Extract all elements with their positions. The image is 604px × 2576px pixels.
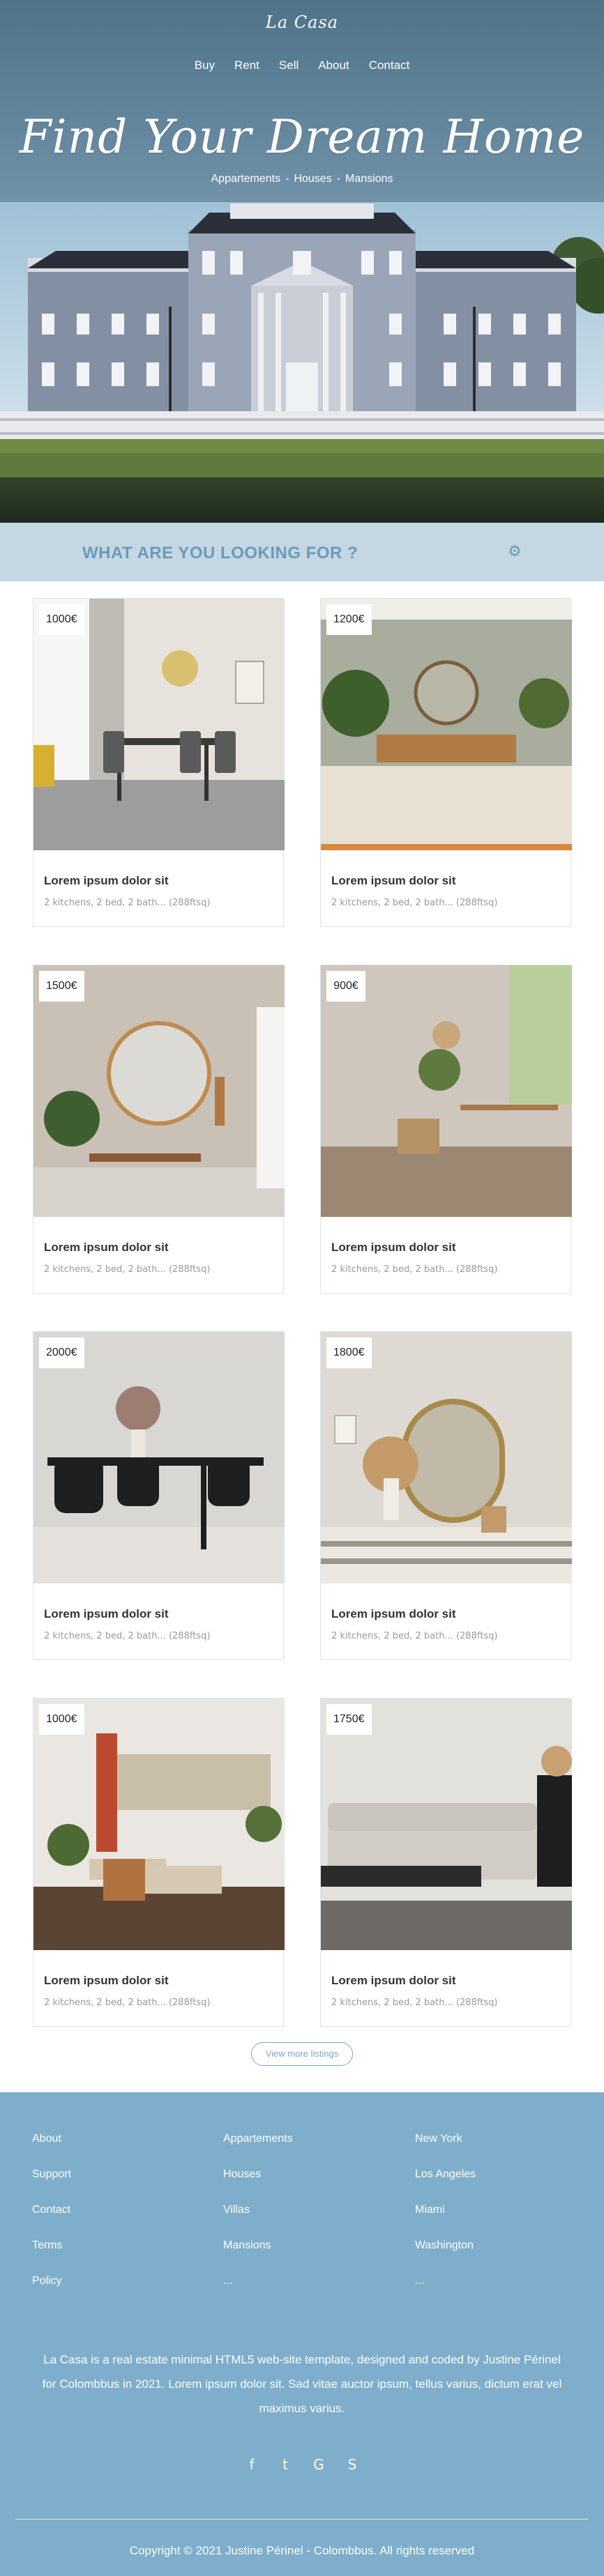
listing-title[interactable]: Lorem ipsum dolor sit [331,874,456,888]
listing-image[interactable] [33,1699,285,1950]
price-tag: 1750€ [326,1704,372,1735]
google-icon[interactable]: G [312,2456,326,2473]
copyright-text: Copyright © 2021 Justine Périnel - Colom… [129,2544,475,2557]
search-bar[interactable]: WHAT ARE YOU LOOKING FOR ? ⚙ [0,523,604,581]
footer-link-houses[interactable]: Houses [223,2168,293,2204]
footer-link-washington[interactable]: Washington [415,2239,476,2275]
footer: About Support Contact Terms Policy Appar… [0,2092,604,2576]
nav-item-contact[interactable]: Contact [369,59,410,72]
hero-mansion-image [0,202,604,523]
listing-title[interactable]: Lorem ipsum dolor sit [331,1974,456,1988]
hero: La Casa Buy Rent Sell About Contact Find… [0,0,604,523]
footer-link-more-types[interactable]: ... [223,2275,293,2310]
nav-item-buy[interactable]: Buy [195,59,215,72]
price-tag: 1200€ [326,604,372,635]
listing-meta: 2 kitchens, 2 bed, 2 bath... (288ftsq) [44,1264,211,1275]
footer-link-los-angeles[interactable]: Los Angeles [415,2168,476,2204]
footer-link-appartements[interactable]: Appartements [223,2133,293,2168]
footer-column-company: About Support Contact Terms Policy [32,2133,71,2310]
listing-card[interactable]: 1750€ Lorem ipsum dolor sit 2 kitchens, … [320,1698,572,2027]
hero-categories: Appartements - Houses - Mansions [0,173,604,185]
nav-item-rent[interactable]: Rent [234,59,259,72]
price-tag: 2000€ [39,1337,84,1368]
footer-link-more-cities[interactable]: ... [415,2275,476,2310]
price-tag: 1000€ [39,1704,84,1735]
footer-column-property-types: Appartements Houses Villas Mansions ... [223,2133,293,2310]
listing-title[interactable]: Lorem ipsum dolor sit [44,1241,169,1255]
hero-category-mansions[interactable]: Mansions [345,173,393,185]
listing-image[interactable] [33,1332,285,1584]
listing-meta: 2 kitchens, 2 bed, 2 bath... (288ftsq) [331,1264,498,1275]
listing-meta: 2 kitchens, 2 bed, 2 bath... (288ftsq) [331,1631,498,1641]
listing-image[interactable] [33,599,285,850]
listing-image[interactable] [33,965,285,1217]
facebook-icon[interactable]: f [245,2456,259,2473]
footer-link-miami[interactable]: Miami [415,2204,476,2239]
nav-item-sell[interactable]: Sell [279,59,299,72]
listing-image[interactable] [321,1332,572,1584]
listing-title[interactable]: Lorem ipsum dolor sit [44,874,169,888]
separator: - [285,173,289,185]
footer-link-policy[interactable]: Policy [32,2275,71,2310]
hero-category-appartements[interactable]: Appartements [211,173,281,185]
separator: - [336,173,341,185]
price-tag: 900€ [326,971,365,1002]
twitter-icon[interactable]: t [278,2456,292,2473]
footer-about-text: La Casa is a real estate minimal HTML5 w… [42,2353,562,2415]
listing-card[interactable]: 1000€ Lorem ipsum dolor sit 2 kitchens, … [33,598,285,927]
listing-meta: 2 kitchens, 2 bed, 2 bath... (288ftsq) [44,898,211,908]
price-tag: 1000€ [39,604,84,635]
footer-column-cities: New York Los Angeles Miami Washington ..… [415,2133,476,2310]
skype-icon[interactable]: S [345,2456,359,2473]
footer-link-terms[interactable]: Terms [32,2239,71,2275]
listing-image[interactable] [321,599,572,850]
listing-title[interactable]: Lorem ipsum dolor sit [331,1607,456,1621]
listing-card[interactable]: 1500€ Lorem ipsum dolor sit 2 kitchens, … [33,965,285,1294]
listing-meta: 2 kitchens, 2 bed, 2 bath... (288ftsq) [44,1631,211,1641]
footer-divider [15,2519,589,2520]
footer-link-villas[interactable]: Villas [223,2204,293,2239]
listing-card[interactable]: 1200€ Lorem ipsum dolor sit 2 kitchens, … [320,598,572,927]
listing-meta: 2 kitchens, 2 bed, 2 bath... (288ftsq) [331,1998,498,2008]
price-tag: 1500€ [39,971,84,1002]
view-more-listings-button[interactable]: View more listings [251,2042,353,2066]
footer-link-mansions[interactable]: Mansions [223,2239,293,2275]
site-logo[interactable]: La Casa [0,13,604,32]
listing-card[interactable]: 1000€ Lorem ipsum dolor sit 2 kitchens, … [33,1698,285,2027]
listing-card[interactable]: 2000€ Lorem ipsum dolor sit 2 kitchens, … [33,1331,285,1660]
hero-category-houses[interactable]: Houses [294,173,331,185]
listing-title[interactable]: Lorem ipsum dolor sit [44,1974,169,1988]
social-links: f t G S [0,2456,604,2473]
listing-title[interactable]: Lorem ipsum dolor sit [44,1607,169,1621]
footer-link-contact[interactable]: Contact [32,2204,71,2239]
listing-image[interactable] [321,1699,572,1950]
listing-card[interactable]: 1800€ Lorem ipsum dolor sit 2 kitchens, … [320,1331,572,1660]
footer-link-new-york[interactable]: New York [415,2133,476,2168]
listing-title[interactable]: Lorem ipsum dolor sit [331,1241,456,1255]
listing-image[interactable] [321,965,572,1217]
listing-card[interactable]: 900€ Lorem ipsum dolor sit 2 kitchens, 2… [320,965,572,1294]
main-nav: Buy Rent Sell About Contact [0,59,604,72]
nav-item-about[interactable]: About [318,59,349,72]
search-bar-title: WHAT ARE YOU LOOKING FOR ? [82,544,358,562]
listing-meta: 2 kitchens, 2 bed, 2 bath... (288ftsq) [44,1998,211,2008]
gear-icon[interactable]: ⚙ [506,544,523,560]
footer-link-support[interactable]: Support [32,2168,71,2204]
footer-link-about[interactable]: About [32,2133,71,2168]
hero-title: Find Your Dream Home [19,110,585,164]
listing-meta: 2 kitchens, 2 bed, 2 bath... (288ftsq) [331,898,498,908]
price-tag: 1800€ [326,1337,372,1368]
